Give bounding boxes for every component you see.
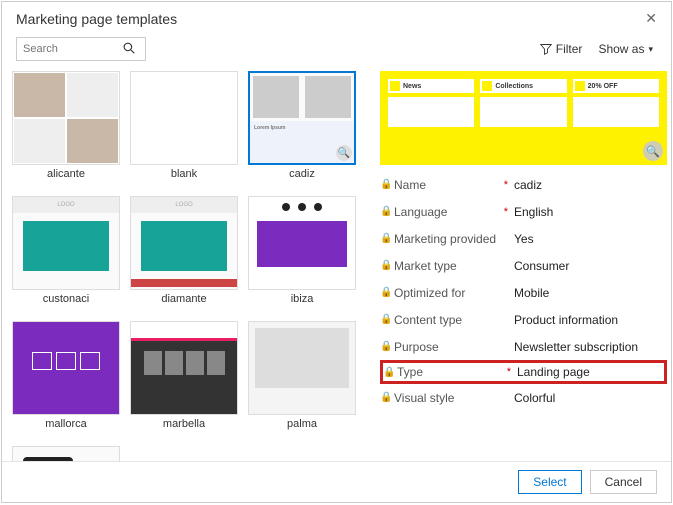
filter-button[interactable]: Filter [536, 40, 587, 58]
lock-icon: 🔒 [380, 233, 394, 244]
filter-icon [540, 43, 552, 55]
lock-icon: 🔒 [383, 367, 397, 378]
property-row: 🔒Content typeProduct information [380, 306, 667, 333]
required-marker: * [504, 206, 508, 218]
lock-icon: 🔒 [380, 287, 394, 298]
cancel-button[interactable]: Cancel [590, 470, 657, 494]
lock-icon: 🔒 [380, 314, 394, 325]
property-label: Type* [397, 365, 517, 379]
lock-icon: 🔒 [380, 206, 394, 217]
search-input[interactable] [17, 43, 117, 55]
template-card-diamante[interactable]: LOGO diamante [130, 196, 238, 311]
template-card-ibiza[interactable]: ibiza [248, 196, 356, 311]
lock-icon: 🔒 [380, 179, 394, 190]
template-picker-dialog: Marketing page templates ✕ Filter Show a… [1, 1, 672, 503]
template-preview: News Collections 20% OFF 🔍 [380, 71, 667, 165]
property-value: Yes [514, 232, 667, 246]
property-value: Consumer [514, 259, 667, 273]
property-row: 🔒Marketing providedYes [380, 225, 667, 252]
template-card-alicante[interactable]: alicante [12, 71, 120, 186]
property-row: 🔒Market typeConsumer [380, 252, 667, 279]
template-card-cadiz[interactable]: Lorem Ipsum 🔍 cadiz [248, 71, 356, 186]
property-label: Optimized for [394, 286, 514, 300]
property-row: 🔒Name*cadiz [380, 171, 667, 198]
template-card-partial[interactable] [12, 446, 120, 461]
property-row: 🔒PurposeNewsletter subscription [380, 333, 667, 360]
close-icon[interactable]: ✕ [645, 10, 657, 27]
property-row: 🔒Language*English [380, 198, 667, 225]
property-row: 🔒Optimized forMobile [380, 279, 667, 306]
template-gallery[interactable]: alicante blank Lorem Ipsum 🔍 cadiz LOGO [2, 71, 370, 461]
dialog-header: Marketing page templates ✕ [2, 2, 671, 31]
preview-zoom-icon[interactable]: 🔍 [643, 141, 663, 161]
template-card-marbella[interactable]: marbella [130, 321, 238, 436]
zoom-icon[interactable]: 🔍 [336, 145, 352, 161]
dialog-footer: Select Cancel [2, 461, 671, 502]
template-card-custonaci[interactable]: LOGO custonaci [12, 196, 120, 311]
toolbar: Filter Show as ▾ [2, 31, 671, 71]
properties-list: 🔒Name*cadiz🔒Language*English🔒Marketing p… [380, 171, 667, 411]
detail-panel: News Collections 20% OFF 🔍 🔒Name*cadiz🔒L… [370, 71, 671, 461]
search-box[interactable] [16, 37, 146, 61]
property-value: English [514, 205, 667, 219]
property-label: Language* [394, 205, 514, 219]
property-row: 🔒Type*Landing page [380, 360, 667, 384]
template-card-blank[interactable]: blank [130, 71, 238, 186]
template-card-palma[interactable]: palma [248, 321, 356, 436]
lock-icon: 🔒 [380, 341, 394, 352]
property-value: Product information [514, 313, 667, 327]
search-icon[interactable] [117, 42, 141, 57]
property-row: 🔒Visual styleColorful [380, 384, 667, 411]
property-value: Landing page [517, 365, 664, 379]
required-marker: * [507, 366, 511, 378]
lock-icon: 🔒 [380, 392, 394, 403]
chevron-down-icon: ▾ [648, 44, 653, 55]
required-marker: * [504, 179, 508, 191]
property-label: Purpose [394, 340, 514, 354]
dialog-title: Marketing page templates [16, 11, 645, 27]
select-button[interactable]: Select [518, 470, 581, 494]
property-label: Content type [394, 313, 514, 327]
property-value: Colorful [514, 391, 667, 405]
property-label: Visual style [394, 391, 514, 405]
show-as-button[interactable]: Show as ▾ [594, 40, 657, 58]
property-label: Market type [394, 259, 514, 273]
template-card-mallorca[interactable]: mallorca [12, 321, 120, 436]
property-label: Name* [394, 178, 514, 192]
property-value: cadiz [514, 178, 667, 192]
lock-icon: 🔒 [380, 260, 394, 271]
property-value: Newsletter subscription [514, 340, 667, 354]
property-label: Marketing provided [394, 232, 514, 246]
property-value: Mobile [514, 286, 667, 300]
